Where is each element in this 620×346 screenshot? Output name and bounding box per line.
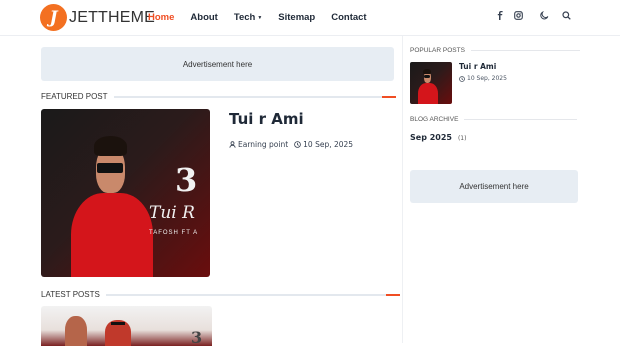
poster-hair — [423, 68, 432, 74]
author-meta[interactable]: Earning point — [229, 140, 288, 149]
section-divider — [105, 293, 400, 296]
featured-post-title[interactable]: Tui r Ami — [229, 110, 304, 128]
poster-figure — [417, 67, 438, 104]
popular-posts-heading-label: POPULAR POSTS — [410, 47, 465, 54]
poster-sunglasses — [423, 75, 431, 78]
featured-post-heading-label: FEATURED POST — [41, 92, 108, 101]
popular-posts-heading: POPULAR POSTS — [410, 47, 580, 54]
poster-sunglasses — [97, 162, 124, 173]
popular-post-date: 10 Sep, 2025 — [459, 75, 507, 82]
chevron-down-icon: ▼ — [257, 14, 263, 21]
ad-banner-top[interactable]: Advertisement here — [41, 47, 394, 81]
latest-posts-heading-label: LATEST POSTS — [41, 290, 100, 299]
poster-credit: TAFOSH FT A — [149, 230, 199, 236]
nav-item-home[interactable]: Home — [148, 12, 174, 23]
popular-post-title[interactable]: Tui r Ami — [459, 62, 496, 71]
nav-item-tech-label: Tech — [233, 12, 256, 23]
popular-post-thumbnail[interactable] — [410, 62, 452, 104]
header-icon-group — [490, 11, 574, 20]
search-icon[interactable] — [558, 11, 574, 20]
featured-post-meta: Earning point 10 Sep, 2025 — [229, 140, 359, 149]
instagram-icon[interactable] — [510, 11, 526, 20]
featured-post-thumbnail[interactable]: 3 Tui R TAFOSH FT A — [41, 109, 210, 277]
nav-item-tech[interactable]: Tech ▼ — [234, 12, 262, 23]
poster-number: 3 — [191, 328, 203, 346]
logo-text: JETTHEME — [69, 8, 156, 26]
poster-hair — [94, 135, 127, 157]
sidebar-divider — [402, 36, 403, 343]
ad-banner-top-label: Advertisement here — [182, 59, 253, 69]
archive-month: Sep 2025 — [410, 133, 452, 142]
facebook-icon[interactable] — [492, 11, 508, 20]
nav-item-contact[interactable]: Contact — [331, 12, 366, 23]
poster-sunglasses — [111, 322, 125, 325]
blog-archive-heading: BLOG ARCHIVE — [410, 116, 578, 123]
post-date: 10 Sep, 2025 — [303, 140, 354, 149]
latest-posts-heading: LATEST POSTS — [41, 290, 400, 299]
author-name: Earning point — [238, 140, 289, 149]
section-divider — [470, 50, 580, 51]
nav-item-about[interactable]: About — [190, 12, 217, 23]
nav-item-sitemap[interactable]: Sitemap — [278, 12, 315, 23]
top-navigation-bar: J JETTHEME Home About Tech ▼ Sitemap Con… — [0, 0, 620, 36]
popular-post-date-label: 10 Sep, 2025 — [467, 75, 507, 82]
user-icon — [229, 141, 236, 148]
section-divider — [464, 119, 578, 120]
clock-icon — [459, 75, 465, 82]
main-menu: Home About Tech ▼ Sitemap Contact — [148, 12, 383, 23]
clock-icon — [294, 141, 301, 148]
site-logo[interactable]: J JETTHEME — [40, 4, 155, 31]
archive-count: (1) — [457, 135, 467, 142]
poster-number: 3 — [175, 161, 198, 199]
poster-figure — [71, 129, 153, 277]
featured-post-heading: FEATURED POST — [41, 92, 396, 101]
section-divider — [113, 95, 396, 98]
poster-shirt — [417, 82, 438, 104]
date-meta: 10 Sep, 2025 — [294, 140, 353, 149]
poster-shirt — [71, 192, 153, 277]
latest-post-thumbnail[interactable]: 3 — [41, 306, 212, 346]
poster-script: Tui R — [149, 203, 195, 223]
archive-item-sep-2025[interactable]: Sep 2025 (1) — [410, 133, 466, 142]
poster-figure-left — [65, 316, 87, 346]
blog-archive-heading-label: BLOG ARCHIVE — [410, 116, 459, 123]
ad-banner-sidebar-label: Advertisement here — [459, 182, 529, 191]
logo-mark-icon: J — [40, 4, 67, 31]
ad-banner-sidebar[interactable]: Advertisement here — [410, 170, 578, 203]
moon-icon[interactable] — [536, 11, 552, 20]
